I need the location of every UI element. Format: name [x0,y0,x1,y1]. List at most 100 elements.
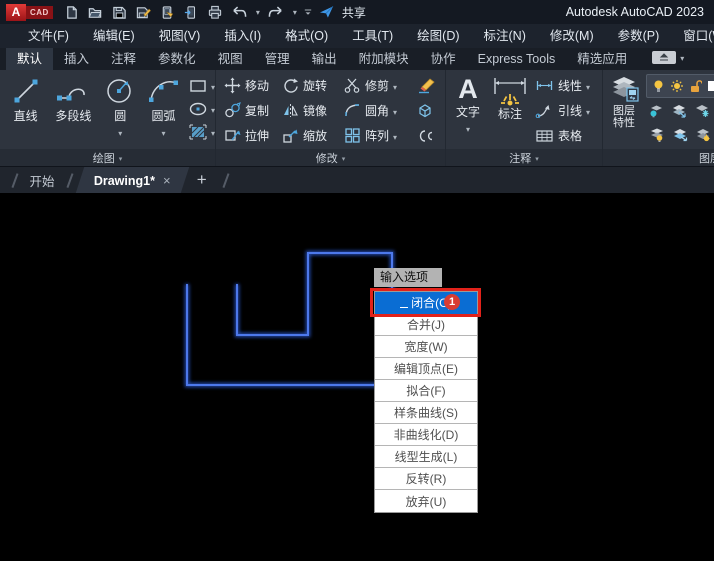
tool-trim[interactable]: 修剪 [344,73,416,98]
text-dropdown-icon[interactable] [466,119,470,137]
menu-parametric[interactable]: 参数(P) [606,24,672,48]
ribbon-tab-express[interactable]: Express Tools [467,48,567,70]
circle-dropdown-icon[interactable] [118,123,122,141]
menu-view[interactable]: 视图(V) [147,24,213,48]
tool-leader[interactable]: 引线 [535,98,590,123]
tool-arc[interactable]: 圆弧 [143,70,184,141]
menu-dimension[interactable]: 标注(N) [472,24,538,48]
app-logo[interactable]: A CAD [6,3,53,21]
tool-offset[interactable] [416,123,442,148]
menu-window[interactable]: 窗口(W) [671,24,714,48]
new-drawing-tab-button[interactable]: + [185,168,219,192]
menu-item-close-polyline[interactable]: 闭合(C) [375,292,477,314]
menu-item-ltype-gen[interactable]: 线型生成(L) [375,446,477,468]
ribbon-tab-annotate[interactable]: 注释 [100,48,147,70]
redo-dropdown-button[interactable] [291,8,299,17]
ribbon-tab-collaborate[interactable]: 协作 [420,48,467,70]
qat-customize-button[interactable] [304,7,312,17]
tool-move[interactable]: 移动 [224,73,282,98]
layer-freeze-icon[interactable] [694,103,710,118]
new-file-button[interactable] [62,3,81,21]
layer-sun-icon[interactable] [670,79,684,93]
tool-mirror[interactable]: 镜像 [282,98,344,123]
menu-item-undo[interactable]: 放弃(U) [375,490,477,512]
tool-line[interactable]: 直线 [6,70,45,123]
arc-dropdown-icon[interactable] [161,123,165,141]
tool-text[interactable]: A 文字 [451,70,485,137]
ribbon-tab-insert[interactable]: 插入 [53,48,100,70]
undo-button[interactable] [230,3,249,21]
menu-insert[interactable]: 插入(I) [212,24,273,48]
menu-item-spline[interactable]: 样条曲线(S) [375,402,477,424]
save-button[interactable] [110,3,129,21]
array-dropdown-icon[interactable] [393,129,397,143]
tool-erase[interactable] [416,73,442,98]
close-tab-icon[interactable]: × [163,173,171,188]
drawing-canvas[interactable]: 输入选项 闭合(C) 合并(J) 宽度(W) 编辑顶点(E) 拟合(F) 样条曲… [0,193,714,561]
layer-thaw-icon[interactable] [672,127,688,142]
panel-label-draw[interactable]: 绘图 [0,149,215,166]
menu-item-join[interactable]: 合并(J) [375,314,477,336]
polyline-drawing[interactable] [0,193,714,561]
print-button[interactable] [206,3,225,21]
menu-item-reverse[interactable]: 反转(R) [375,468,477,490]
tool-scale[interactable]: 缩放 [282,123,344,148]
menu-item-decurve[interactable]: 非曲线化(D) [375,424,477,446]
ribbon-tab-view[interactable]: 视图 [207,48,254,70]
panel-label-layers[interactable]: 图层 [603,149,714,166]
layer-lock-fade-icon[interactable] [695,127,711,142]
tool-fillet[interactable]: 圆角 [344,98,416,123]
menu-format[interactable]: 格式(O) [273,24,340,48]
ellipse-dropdown-icon[interactable] [211,100,215,118]
export-button[interactable] [182,3,201,21]
trim-dropdown-icon[interactable] [393,79,397,93]
tool-stretch[interactable]: 拉伸 [224,123,282,148]
fillet-dropdown-icon[interactable] [393,104,397,118]
ribbon-tab-addins[interactable]: 附加模块 [348,48,420,70]
ribbon-tab-output[interactable]: 输出 [301,48,348,70]
menu-modify[interactable]: 修改(M) [538,24,606,48]
rectangle-dropdown-icon[interactable] [211,77,215,95]
ribbon-tab-featured[interactable]: 精选应用 [566,48,638,70]
tool-layer-properties[interactable]: 图层特性 [608,70,640,129]
panel-label-annotate[interactable]: 注释 [446,149,602,166]
tool-polyline[interactable]: 多段线 [49,70,97,123]
leader-dropdown-icon[interactable] [586,104,590,118]
open-file-button[interactable] [86,3,105,21]
panel-label-modify[interactable]: 修改 [216,149,445,166]
tool-table[interactable]: 表格 [535,123,590,148]
linear-dropdown-icon[interactable] [586,79,590,93]
tool-rotate[interactable]: 旋转 [282,73,344,98]
tool-copy[interactable]: 复制 [224,98,282,123]
tool-ellipse[interactable] [188,99,215,119]
layer-freeze-layers-icon[interactable] [671,103,687,118]
layer-isolate-icon[interactable] [649,103,664,118]
menu-tools[interactable]: 工具(T) [340,24,405,48]
redo-button[interactable] [267,3,286,21]
tool-hatch[interactable] [188,122,215,142]
tool-linear[interactable]: 线性 [535,73,590,98]
plot-button[interactable] [158,3,177,21]
layer-color-swatch-icon[interactable] [707,80,714,92]
tool-array[interactable]: 阵列 [344,123,416,148]
ribbon-tab-parametric[interactable]: 参数化 [147,48,207,70]
tool-dimension[interactable]: 标注 [487,70,533,121]
layer-unlock-icon[interactable] [689,79,702,93]
file-tab-drawing1[interactable]: Drawing1* × [75,167,189,193]
menu-item-width[interactable]: 宽度(W) [375,336,477,358]
tool-explode[interactable] [416,98,442,123]
ribbon-tab-home[interactable]: 默认 [6,48,54,70]
menu-file[interactable]: 文件(F) [16,24,81,48]
menu-edit[interactable]: 编辑(E) [81,24,147,48]
layer-on-bulb-icon[interactable] [652,79,665,93]
ribbon-tab-manage[interactable]: 管理 [254,48,301,70]
save-as-button[interactable] [134,3,153,21]
ribbon-minimize-button[interactable] [652,48,684,66]
layer-off-icon[interactable] [649,127,665,142]
share-label[interactable]: 共享 [342,4,366,21]
share-button[interactable] [317,3,336,21]
hatch-dropdown-icon[interactable] [211,123,215,141]
file-tab-start[interactable]: 开始 [22,171,63,190]
tool-rectangle[interactable] [188,76,215,96]
menu-draw[interactable]: 绘图(D) [405,24,471,48]
